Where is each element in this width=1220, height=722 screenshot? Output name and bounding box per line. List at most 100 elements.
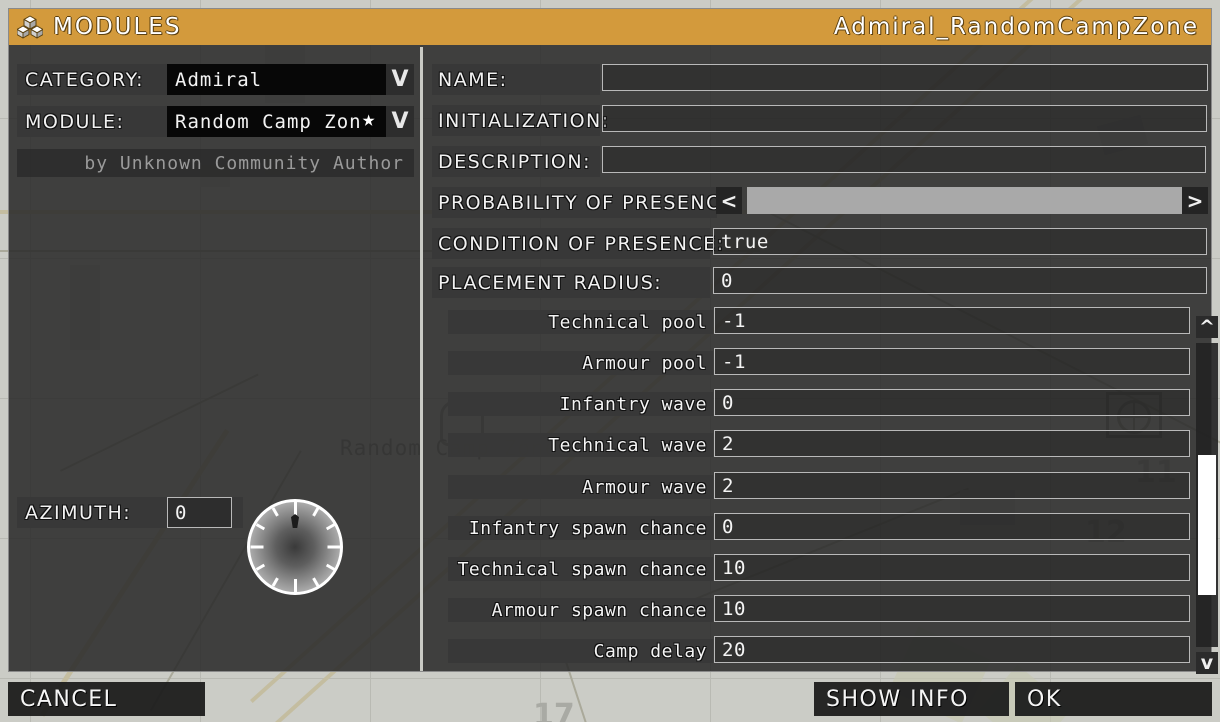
param-input[interactable]: 0 — [714, 513, 1190, 540]
condition-input[interactable]: true — [713, 228, 1207, 255]
placement-label-band: PLACEMENT RADIUS: — [432, 267, 710, 298]
azimuth-input[interactable]: 0 — [167, 497, 232, 528]
azimuth-dial[interactable] — [247, 499, 343, 595]
module-arrow-glyph: V — [391, 109, 409, 134]
param-value: -1 — [722, 350, 746, 373]
param-label-band: Technical spawn chance — [448, 557, 713, 581]
param-input[interactable]: -1 — [714, 348, 1190, 375]
param-label: Technical spawn chance — [457, 558, 707, 580]
param-input[interactable]: 2 — [714, 472, 1190, 499]
azimuth-needle-icon — [291, 514, 299, 528]
favourite-star-glyph: ★ — [362, 107, 376, 132]
ok-label: OK — [1027, 686, 1062, 712]
param-label: Camp delay — [593, 640, 707, 662]
cancel-button[interactable]: CANCEL — [8, 682, 205, 716]
param-label: Armour pool — [582, 352, 707, 374]
module-value: Random Camp Zon — [175, 110, 362, 133]
category-dropdown[interactable]: Admiral — [167, 64, 386, 95]
placement-radius-value: 0 — [721, 269, 733, 292]
param-label-band: Infantry wave — [448, 392, 713, 416]
dial-tick — [325, 523, 335, 531]
dial-tick — [250, 545, 263, 549]
condition-label-band: CONDITION OF PRESENCE: — [432, 228, 723, 259]
param-label-band: Infantry spawn chance — [448, 516, 713, 540]
param-value: 0 — [722, 391, 734, 414]
azimuth-label: AZIMUTH: — [25, 501, 132, 524]
probability-slider[interactable] — [747, 187, 1190, 214]
param-label-band: Technical pool — [448, 310, 713, 334]
show-info-label: SHOW INFO — [826, 686, 969, 712]
placement-label: PLACEMENT RADIUS: — [438, 271, 663, 294]
probability-increase-button[interactable]: > — [1182, 187, 1208, 214]
show-info-button[interactable]: SHOW INFO — [814, 682, 1009, 716]
param-value: 10 — [722, 597, 746, 620]
modules-dialog: MODULES Admiral_RandomCampZone CATEGORY:… — [8, 8, 1218, 674]
param-input[interactable]: 10 — [714, 595, 1190, 622]
probability-increase-glyph: > — [1186, 188, 1204, 213]
category-chevron-down-icon[interactable]: V — [386, 64, 414, 95]
map-grid-number: 17 — [533, 698, 575, 722]
param-label: Technical pool — [548, 311, 707, 333]
initialization-label: INITIALIZATION: — [438, 109, 610, 132]
param-input[interactable]: 2 — [714, 430, 1190, 457]
right-panel: NAME: INITIALIZATION: DESCRIPTION: PROBA… — [424, 45, 1218, 674]
dial-tick — [311, 507, 319, 517]
initialization-label-band: INITIALIZATION: — [432, 105, 608, 136]
name-label: NAME: — [438, 68, 508, 91]
category-arrow-glyph: V — [391, 67, 409, 92]
description-input[interactable] — [602, 146, 1206, 173]
panel-divider — [420, 47, 423, 671]
module-chevron-down-icon[interactable]: V — [386, 106, 414, 137]
map-gridline — [0, 678, 1220, 679]
cancel-label: CANCEL — [20, 686, 118, 712]
placement-radius-input[interactable]: 0 — [713, 267, 1207, 294]
param-input[interactable]: 10 — [714, 554, 1190, 581]
dial-tick — [325, 563, 335, 571]
param-label-band: Armour spawn chance — [448, 598, 713, 622]
param-label-band: Armour wave — [448, 475, 713, 499]
param-label: Infantry wave — [559, 393, 707, 415]
dial-tick — [255, 563, 265, 571]
titlebar-right: Admiral_RandomCampZone — [834, 14, 1211, 40]
dial-tick — [271, 507, 279, 517]
param-label: Armour spawn chance — [491, 599, 707, 621]
param-input[interactable]: 20 — [714, 636, 1190, 663]
scroll-up-button[interactable]: ^ — [1196, 316, 1218, 338]
module-author: by Unknown Community Author — [84, 152, 404, 174]
param-label-band: Camp delay — [448, 639, 713, 663]
dial-tick — [327, 545, 340, 549]
param-label: Technical wave — [548, 434, 707, 456]
scroll-down-glyph: v — [1200, 652, 1214, 674]
probability-decrease-button[interactable]: < — [716, 187, 742, 214]
module-classname: Admiral_RandomCampZone — [833, 14, 1199, 40]
param-value: 20 — [722, 638, 746, 661]
initialization-input[interactable] — [602, 105, 1207, 132]
param-value: -1 — [722, 309, 746, 332]
left-panel: CATEGORY: Admiral V MODULE: Random Camp … — [10, 45, 420, 671]
param-value: 2 — [722, 432, 734, 455]
scroll-down-button[interactable]: v — [1196, 652, 1218, 674]
scroll-up-glyph: ^ — [1199, 316, 1215, 338]
scrollbar-thumb[interactable] — [1198, 455, 1216, 595]
param-input[interactable]: -1 — [714, 307, 1190, 334]
probability-label-band: PROBABILITY OF PRESENCE: — [432, 187, 741, 218]
dial-tick — [271, 577, 279, 587]
module-author-row: by Unknown Community Author — [17, 149, 414, 177]
param-label-band: Armour pool — [448, 351, 713, 375]
param-label: Armour wave — [582, 476, 707, 498]
param-label: Infantry spawn chance — [468, 517, 707, 539]
dial-tick — [293, 579, 297, 592]
category-label: CATEGORY: — [25, 68, 145, 91]
condition-value: true — [721, 230, 769, 253]
condition-label: CONDITION OF PRESENCE: — [438, 232, 725, 255]
param-input[interactable]: 0 — [714, 389, 1190, 416]
name-input[interactable] — [602, 64, 1208, 91]
dialog-title: MODULES — [53, 14, 182, 40]
ok-button[interactable]: OK — [1015, 682, 1212, 716]
param-label-band: Technical wave — [448, 433, 713, 457]
probability-label: PROBABILITY OF PRESENCE: — [438, 191, 743, 214]
modules-cubes-icon — [17, 15, 43, 39]
dial-tick — [311, 577, 319, 587]
favourite-star-icon[interactable]: ★ — [362, 109, 375, 131]
module-dropdown[interactable]: Random Camp Zon — [167, 106, 386, 137]
